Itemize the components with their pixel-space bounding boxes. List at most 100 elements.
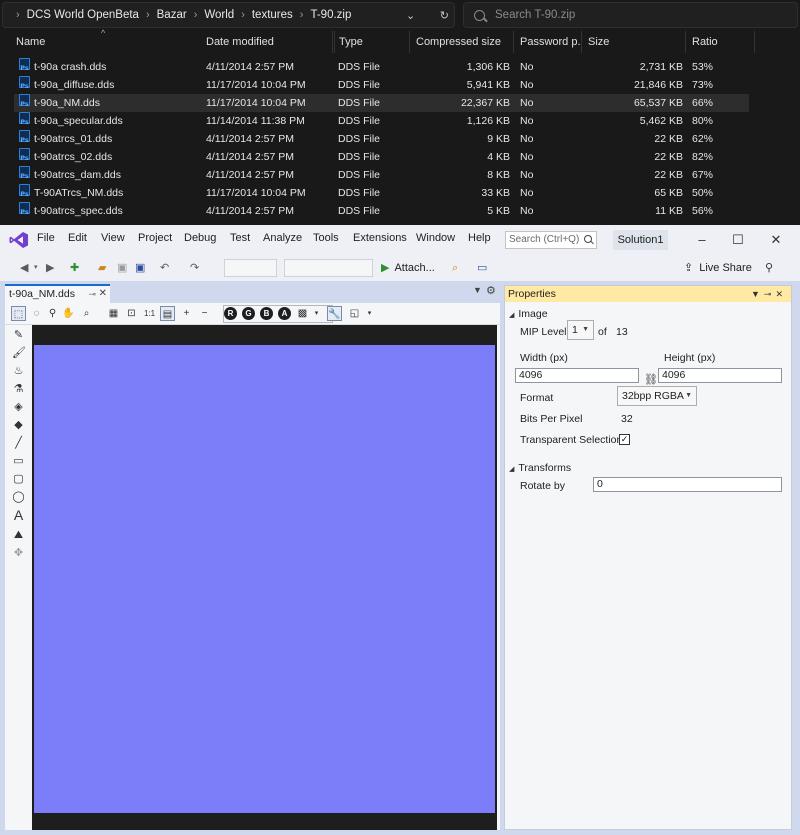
file-row[interactable]: Ps t-90atrcs_02.dds 4/11/2014 2:57 PM DD… bbox=[14, 148, 749, 166]
file-row[interactable]: Ps t-90atrcs_spec.dds 4/11/2014 2:57 PM … bbox=[14, 202, 749, 220]
alpha-channel-button[interactable]: A bbox=[278, 307, 291, 320]
fit-image-icon[interactable]: ▦ bbox=[106, 306, 121, 321]
green-channel-button[interactable]: G bbox=[242, 307, 255, 320]
normal-map-image[interactable] bbox=[34, 345, 495, 813]
menu-file[interactable]: File bbox=[37, 232, 55, 244]
column-ratio[interactable]: Ratio bbox=[686, 31, 755, 53]
quick-search-input[interactable]: Search (Ctrl+Q) bbox=[505, 231, 597, 249]
zoom-100-icon[interactable]: 1:1 bbox=[142, 306, 157, 321]
pin-icon[interactable]: ⊸ bbox=[764, 289, 776, 299]
save-all-icon[interactable]: ▣ bbox=[135, 259, 145, 277]
airbrush-icon[interactable]: ♨ bbox=[12, 365, 25, 378]
address-bar[interactable]: › DCS World OpenBeta › Bazar › World › t… bbox=[2, 2, 455, 28]
window-position-dropdown-icon[interactable]: ▼ bbox=[751, 289, 764, 299]
eraser-icon[interactable]: ◆ bbox=[12, 419, 25, 432]
properties-wrench-icon[interactable]: 🔧 bbox=[327, 306, 342, 321]
actual-size-icon[interactable]: ⊡ bbox=[124, 306, 139, 321]
link-aspect-icon[interactable]: ⛓ bbox=[644, 373, 658, 386]
menu-help[interactable]: Help bbox=[468, 232, 491, 244]
breadcrumb-textures[interactable]: textures bbox=[252, 9, 293, 21]
save-icon[interactable]: ▣ bbox=[117, 259, 127, 277]
menu-tools[interactable]: Tools bbox=[313, 232, 339, 244]
pixel-grid-icon[interactable]: ▤ bbox=[160, 306, 175, 321]
column-type[interactable]: Type bbox=[333, 31, 410, 53]
pencil-icon[interactable]: ✎ bbox=[12, 329, 25, 342]
width-input[interactable]: 4096 bbox=[515, 368, 639, 383]
background-dropdown-icon[interactable]: ▾ bbox=[309, 306, 324, 321]
menu-test[interactable]: Test bbox=[230, 232, 250, 244]
back-icon[interactable]: ◀ bbox=[20, 259, 28, 277]
ellipse-icon[interactable]: ◯ bbox=[12, 491, 25, 504]
magic-wand-icon[interactable]: ⚲ bbox=[45, 306, 60, 321]
column-password[interactable]: Password p... bbox=[514, 31, 582, 53]
configuration-dropdown[interactable] bbox=[224, 259, 277, 277]
format-select[interactable]: 32bpp RGBA ▼ bbox=[617, 386, 697, 406]
zoom-icon[interactable]: ⌕ bbox=[79, 306, 94, 321]
fill-bucket-icon[interactable]: ◈ bbox=[12, 401, 25, 414]
menu-analyze[interactable]: Analyze bbox=[263, 232, 302, 244]
eyedropper-icon[interactable]: ⚗ bbox=[12, 383, 25, 396]
column-date-modified[interactable]: Date modified bbox=[200, 31, 333, 53]
tab-list-dropdown-icon[interactable]: ▼ bbox=[473, 285, 482, 295]
breadcrumb-bazar[interactable]: Bazar bbox=[157, 9, 187, 21]
menu-view[interactable]: View bbox=[101, 232, 125, 244]
attach-button[interactable]: ▶ Attach... bbox=[381, 259, 435, 277]
pan-hand-icon[interactable]: ✋ bbox=[61, 306, 76, 321]
new-project-icon[interactable]: ✚ bbox=[70, 259, 79, 277]
maximize-icon[interactable]: ☐ bbox=[728, 230, 748, 250]
advanced-tools-icon[interactable]: ◱ bbox=[347, 306, 362, 321]
search-input[interactable]: Search T-90.zip bbox=[463, 2, 798, 28]
tab-t90a-nm[interactable]: t-90a_NM.dds ⊸ ✕ bbox=[5, 284, 110, 303]
platform-dropdown[interactable] bbox=[284, 259, 373, 277]
file-row[interactable]: Ps t-90atrcs_dam.dds 4/11/2014 2:57 PM D… bbox=[14, 166, 749, 184]
live-share-button[interactable]: ⇪ Live Share bbox=[684, 259, 752, 277]
back-dropdown-icon[interactable]: ▾ bbox=[34, 259, 38, 277]
mip-level-select[interactable]: 1 ▼ bbox=[567, 320, 594, 340]
brush-icon[interactable]: 🖌 bbox=[12, 347, 26, 360]
file-row[interactable]: Ps t-90atrcs_01.dds 4/11/2014 2:57 PM DD… bbox=[14, 130, 749, 148]
menu-window[interactable]: Window bbox=[416, 232, 455, 244]
vertical-scrollbar[interactable] bbox=[497, 325, 500, 830]
find-icon[interactable]: ⌕ bbox=[452, 259, 458, 277]
close-icon[interactable]: ✕ bbox=[766, 230, 786, 250]
mountain-filter-icon[interactable]: ⛰ bbox=[12, 529, 25, 542]
feedback-icon[interactable]: ⚲ bbox=[765, 259, 773, 277]
file-row[interactable]: Ps t-90a crash.dds 4/11/2014 2:57 PM DDS… bbox=[14, 58, 749, 76]
breadcrumb-world[interactable]: World bbox=[204, 9, 234, 21]
height-input[interactable]: 4096 bbox=[658, 368, 782, 383]
move-icon[interactable]: ✥ bbox=[12, 547, 25, 560]
menu-debug[interactable]: Debug bbox=[184, 232, 216, 244]
menu-extensions[interactable]: Extensions bbox=[353, 232, 407, 244]
file-row[interactable]: Ps t-90a_specular.dds 11/14/2014 11:38 P… bbox=[14, 112, 749, 130]
blue-channel-button[interactable]: B bbox=[260, 307, 273, 320]
transforms-section-header[interactable]: ◢ Transforms bbox=[509, 462, 571, 474]
rotate-by-input[interactable]: 0 bbox=[593, 477, 782, 492]
advanced-dropdown-icon[interactable]: ▾ bbox=[362, 306, 377, 321]
close-icon[interactable]: ✕ bbox=[775, 289, 787, 299]
image-canvas-area[interactable] bbox=[32, 325, 497, 830]
file-row-selected[interactable]: Ps t-90a_NM.dds 11/17/2014 10:04 PM DDS … bbox=[14, 94, 749, 112]
red-channel-button[interactable]: R bbox=[224, 307, 237, 320]
dropdown-chevron-icon[interactable]: ⌄ bbox=[406, 9, 415, 22]
rectangle-select-icon[interactable]: ⬚ bbox=[11, 306, 26, 321]
column-size[interactable]: Size bbox=[582, 31, 686, 53]
column-compressed-size[interactable]: Compressed size bbox=[410, 31, 514, 53]
rounded-rectangle-icon[interactable]: ▢ bbox=[12, 473, 25, 486]
zoom-in-icon[interactable]: + bbox=[179, 306, 194, 321]
gear-icon[interactable]: ⚙ bbox=[486, 284, 496, 297]
breadcrumb-t90-zip[interactable]: T-90.zip bbox=[310, 9, 351, 21]
file-row[interactable]: Ps T-90ATrcs_NM.dds 11/17/2014 10:04 PM … bbox=[14, 184, 749, 202]
file-row[interactable]: Ps t-90a_diffuse.dds 11/17/2014 10:04 PM… bbox=[14, 76, 749, 94]
lasso-select-icon[interactable]: ◌ bbox=[29, 306, 44, 321]
refresh-icon[interactable]: ↻ bbox=[440, 9, 449, 22]
forward-icon[interactable]: ▶ bbox=[46, 259, 54, 277]
rectangle-icon[interactable]: ▭ bbox=[12, 455, 25, 468]
text-tool-icon[interactable]: A bbox=[12, 508, 25, 522]
redo-icon[interactable]: ↷ bbox=[190, 259, 199, 277]
undo-icon[interactable]: ↶ bbox=[160, 259, 169, 277]
screenshot-icon[interactable]: ▭ bbox=[477, 259, 487, 277]
menu-edit[interactable]: Edit bbox=[68, 232, 87, 244]
minimize-icon[interactable]: – bbox=[692, 230, 712, 250]
transparent-selection-checkbox[interactable]: ✓ bbox=[619, 434, 630, 445]
line-icon[interactable]: ╱ bbox=[12, 437, 25, 450]
